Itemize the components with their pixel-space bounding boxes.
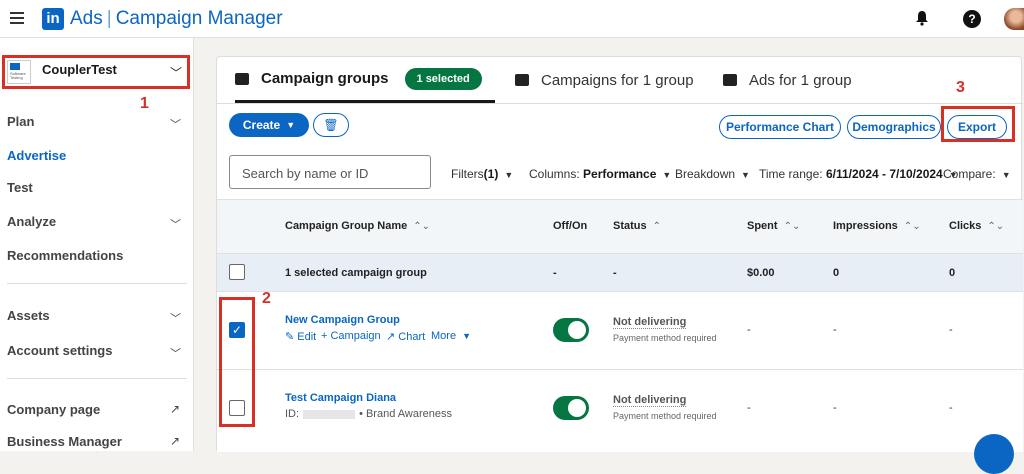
main-panel: Campaign groups 1 selected Campaigns for… [216, 56, 1023, 452]
delivery-status[interactable]: Not delivering [613, 394, 687, 407]
app-title: Ads | Campaign Manager [70, 8, 283, 29]
compare-dropdown[interactable]: Compare: ▼ [943, 167, 1011, 181]
summary-status: - [613, 267, 617, 279]
sidebar-item-analyze[interactable]: Analyze [7, 214, 56, 229]
summary-clicks: 0 [949, 267, 956, 279]
status-toggle[interactable] [553, 318, 589, 342]
app-section: Campaign Manager [115, 8, 283, 29]
spent-value: - [747, 324, 751, 336]
tab-ads[interactable]: Ads for 1 group [723, 57, 852, 103]
col-spent[interactable]: Spent ⌃⌄ [747, 220, 800, 232]
search-input[interactable]: Search by name or ID [229, 155, 431, 189]
col-status[interactable]: Status ⌃ [613, 220, 661, 232]
chevron-down-icon: ﹀ [170, 219, 181, 231]
chevron-down-icon: ﹀ [170, 119, 181, 131]
campaign-group-name[interactable]: New Campaign Group [285, 314, 400, 326]
sidebar-item-account-settings[interactable]: Account settings [7, 343, 112, 358]
impressions-value: - [833, 402, 837, 414]
clicks-value: - [949, 324, 953, 336]
external-link-icon: ↗ [170, 402, 181, 416]
spent-value: - [747, 402, 751, 414]
filters-dropdown[interactable]: Filters(1) ▼ [451, 167, 513, 181]
external-link-icon: ↗ [170, 434, 181, 448]
help-chat-button[interactable] [974, 434, 1014, 474]
top-bar: in Ads | Campaign Manager ? [0, 0, 1024, 38]
sidebar-divider [7, 283, 187, 284]
status-toggle[interactable] [553, 396, 589, 420]
caret-down-icon: ▼ [286, 120, 296, 130]
redacted-id [303, 409, 356, 419]
selected-badge: 1 selected [404, 67, 482, 90]
summary-offon: - [553, 267, 557, 279]
annotation-label-3: 3 [956, 79, 965, 96]
delete-button[interactable]: 🗑 [313, 113, 349, 137]
performance-chart-button[interactable]: Performance Chart [719, 115, 841, 139]
sidebar-item-plan[interactable]: Plan [7, 114, 34, 129]
ad-icon [723, 74, 737, 86]
annotation-label-2: 2 [262, 290, 271, 307]
annotation-box-1 [2, 55, 190, 89]
tab-label: Campaigns for 1 group [541, 71, 694, 89]
campaign-icon [515, 74, 529, 86]
summary-spent: $0.00 [747, 267, 775, 279]
tab-label: Ads for 1 group [749, 71, 852, 89]
sidebar [0, 38, 194, 451]
table-row: Test Campaign Diana ID: • Brand Awareness… [217, 369, 1023, 452]
chart-link[interactable]: ↗ Chart [386, 330, 425, 343]
tab-divider [217, 103, 1023, 104]
linkedin-logo[interactable]: in [42, 8, 64, 30]
campaign-group-name[interactable]: Test Campaign Diana [285, 392, 396, 404]
more-menu[interactable]: More ▼ [431, 330, 471, 342]
trash-icon: 🗑 [323, 118, 339, 132]
annotation-box-3 [941, 106, 1015, 142]
menu-icon[interactable] [10, 12, 24, 24]
breakdown-dropdown[interactable]: Breakdown ▼ [675, 167, 750, 181]
tab-label: Campaign groups [261, 70, 389, 87]
tab-campaign-groups[interactable]: Campaign groups 1 selected [235, 57, 495, 103]
sidebar-item-company-page[interactable]: Company page [7, 402, 100, 417]
help-icon[interactable]: ? [963, 10, 981, 28]
col-impressions[interactable]: Impressions ⌃⌄ [833, 220, 921, 232]
add-campaign-link[interactable]: + Campaign [321, 330, 381, 342]
summary-impressions: 0 [833, 267, 840, 279]
notifications-icon[interactable] [915, 10, 929, 26]
col-clicks[interactable]: Clicks ⌃⌄ [949, 220, 1004, 232]
sidebar-divider [7, 378, 187, 379]
select-all-checkbox[interactable] [229, 264, 245, 280]
col-offon: Off/On [553, 220, 588, 232]
time-range-dropdown[interactable]: Time range: 6/11/2024 - 7/10/2024 ▼ [759, 167, 958, 181]
clicks-value: - [949, 402, 953, 414]
delivery-status-detail: Payment method required [613, 411, 717, 421]
table-row: ✓ New Campaign Group ✎ Edit + Campaign ↗… [217, 291, 1023, 369]
summary-label: 1 selected campaign group [285, 267, 427, 279]
columns-dropdown[interactable]: Columns: Performance ▼ [529, 167, 671, 181]
sidebar-item-recommendations[interactable]: Recommendations [7, 248, 123, 263]
col-name[interactable]: Campaign Group Name ⌃⌄ [285, 220, 430, 232]
chevron-down-icon: ﹀ [170, 348, 181, 360]
impressions-value: - [833, 324, 837, 336]
create-button[interactable]: Create ▼ [229, 113, 309, 137]
avatar[interactable] [1004, 8, 1024, 30]
tab-campaigns[interactable]: Campaigns for 1 group [515, 57, 694, 103]
app-name: Ads [70, 8, 103, 29]
table-header: Campaign Group Name ⌃⌄ Off/On Status ⌃ Spe… [217, 199, 1023, 253]
delivery-status[interactable]: Not delivering [613, 316, 687, 329]
summary-row: 1 selected campaign group - - $0.00 0 0 [217, 253, 1023, 291]
campaign-group-id: ID: • Brand Awareness [285, 408, 452, 420]
folder-icon [235, 72, 249, 85]
annotation-box-2 [219, 297, 255, 427]
demographics-button[interactable]: Demographics [847, 115, 941, 139]
sidebar-item-advertise[interactable]: Advertise [7, 148, 66, 163]
sidebar-item-business-manager[interactable]: Business Manager [7, 434, 122, 449]
annotation-label-1: 1 [140, 95, 149, 112]
chevron-down-icon: ﹀ [170, 313, 181, 325]
sidebar-item-test[interactable]: Test [7, 180, 33, 195]
edit-link[interactable]: ✎ Edit [285, 330, 316, 343]
sidebar-item-assets[interactable]: Assets [7, 308, 50, 323]
delivery-status-detail: Payment method required [613, 333, 717, 343]
